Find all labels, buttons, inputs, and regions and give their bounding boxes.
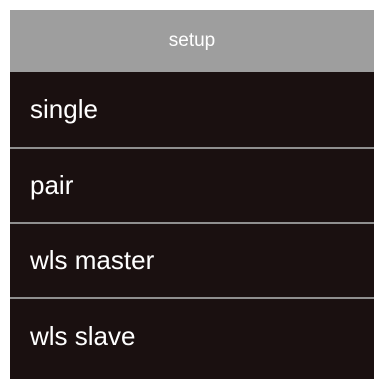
header: setup (10, 10, 374, 72)
menu-item-label: wls slave (30, 321, 136, 351)
page-title: setup (168, 30, 216, 51)
menu-item-label: wls master (30, 245, 155, 275)
menu-item-wls-slave[interactable]: wls slave (10, 299, 374, 374)
menu-item-single[interactable]: single (10, 72, 374, 149)
menu-item-label: pair (30, 170, 74, 200)
setup-screen: setup single pair wls master wls slave (10, 10, 374, 379)
setup-menu: single pair wls master wls slave (10, 72, 374, 374)
menu-item-label: single (30, 94, 98, 124)
menu-item-wls-master[interactable]: wls master (10, 224, 374, 299)
menu-item-pair[interactable]: pair (10, 149, 374, 224)
